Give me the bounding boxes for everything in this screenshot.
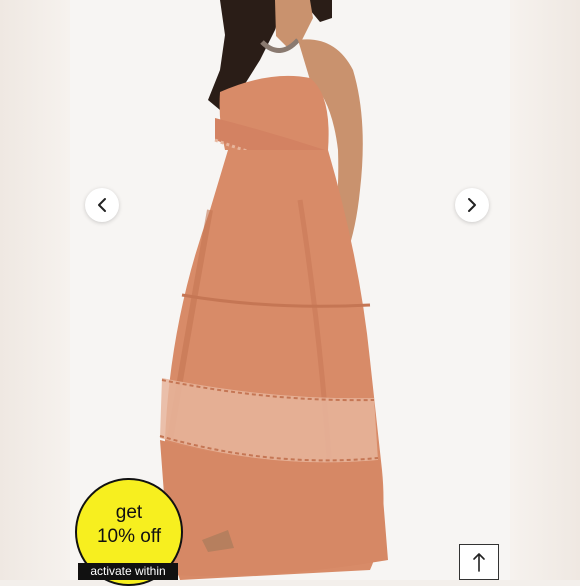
next-image-button[interactable] — [455, 188, 489, 222]
chevron-right-icon — [468, 198, 476, 212]
promo-line-1: get — [115, 502, 143, 523]
gallery-backdrop-left — [0, 0, 70, 580]
gallery-backdrop-right — [510, 0, 580, 580]
chevron-left-icon — [98, 198, 106, 212]
arrow-up-icon — [473, 553, 485, 572]
promo-activate-label[interactable]: activate within — [78, 563, 178, 580]
scroll-to-top-button[interactable] — [459, 544, 499, 580]
promo-line-2: 10% off — [96, 526, 162, 547]
previous-image-button[interactable] — [85, 188, 119, 222]
